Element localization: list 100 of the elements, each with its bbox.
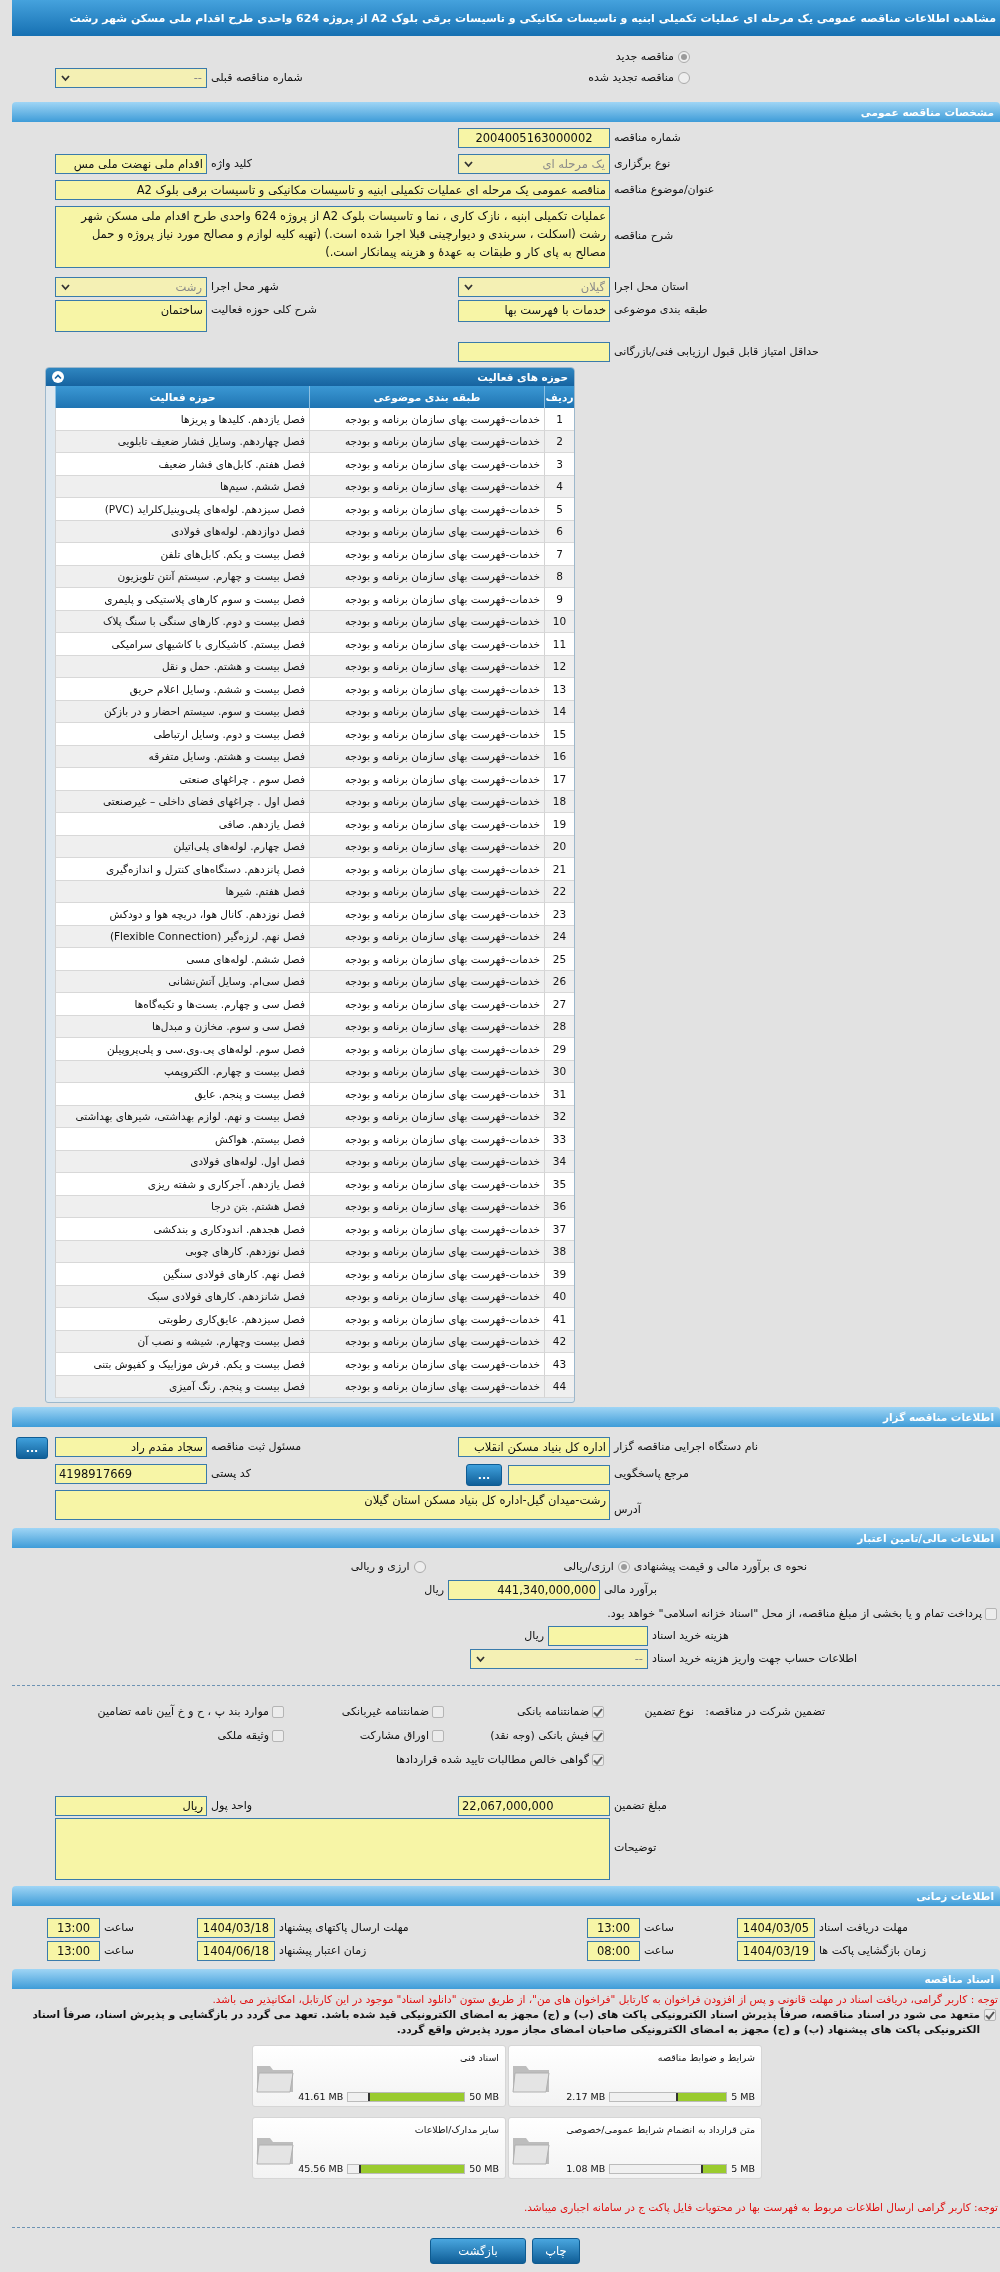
text-field[interactable]: 13:00	[587, 1918, 640, 1938]
text-field[interactable]: 13:00	[47, 1918, 100, 1938]
text-field[interactable]	[548, 1626, 648, 1646]
text-field[interactable]: سجاد مقدم راد	[55, 1437, 207, 1457]
text-field[interactable]: اقدام ملی نهضت ملی مس	[55, 154, 207, 174]
checkbox[interactable]	[432, 1706, 444, 1718]
table-cell: 38	[544, 1240, 574, 1263]
table-cell: خدمات-فهرست بهای سازمان برنامه و بودجه	[309, 1308, 544, 1331]
text-field[interactable]: 08:00	[587, 1941, 640, 1961]
table-cell: 30	[544, 1060, 574, 1083]
table-cell: فصل بیست و پنجم. رنگ آمیزی	[55, 1375, 309, 1398]
checkbox[interactable]	[984, 2009, 996, 2021]
table-cell: 6	[544, 520, 574, 543]
table-cell: خدمات-فهرست بهای سازمان برنامه و بودجه	[309, 970, 544, 993]
field-label: مهلت ارسال پاکتهای پیشنهاد	[279, 1920, 409, 1936]
text-field[interactable]: 1404/03/19	[737, 1941, 815, 1961]
table-cell: فصل یازدهم. کلیدها و پریزها	[55, 408, 309, 431]
table-cell: فصل پانزدهم. دستگاه‌های کنترل و اندازه‌گیری	[55, 858, 309, 881]
checkbox[interactable]	[592, 1730, 604, 1742]
text-field[interactable]	[458, 342, 610, 362]
table-cell: 14	[544, 700, 574, 723]
radio-button[interactable]	[678, 72, 690, 84]
text-field[interactable]: ساختمان	[55, 300, 207, 332]
table-cell: فصل بیست و یکم. کابل‌های تلفن	[55, 543, 309, 566]
table-cell: خدمات-فهرست بهای سازمان برنامه و بودجه	[309, 948, 544, 971]
text-field[interactable]: اداره کل بنیاد مسکن انقلاب	[458, 1437, 610, 1457]
table-cell: 39	[544, 1263, 574, 1286]
table-cell: فصل سی‌ام. وسایل آتش‌نشانی	[55, 970, 309, 993]
text-field[interactable]: 441,340,000,000	[448, 1580, 600, 1600]
table-cell: خدمات-فهرست بهای سازمان برنامه و بودجه	[309, 1240, 544, 1263]
text-field[interactable]: 13:00	[47, 1941, 100, 1961]
file-title: اسناد فنی	[459, 2052, 499, 2063]
table-cell: 31	[544, 1083, 574, 1106]
text-field[interactable]: ریال	[55, 1796, 207, 1816]
table-cell: 13	[544, 678, 574, 701]
print-button[interactable]: چاپ	[532, 2238, 580, 2264]
checkbox-label: موارد بند پ ، ح و خ آیین نامه تضامین	[97, 1703, 269, 1720]
radio-label: مناقصه جدید	[615, 49, 674, 65]
table-cell: خدمات-فهرست بهای سازمان برنامه و بودجه	[309, 723, 544, 746]
checkbox[interactable]	[272, 1730, 284, 1742]
table-cell: فصل بیست و هشتم. حمل و نقل	[55, 655, 309, 678]
text-field[interactable]: رشت-میدان گیل-اداره کل بنیاد مسکن استان گیلان	[55, 1490, 610, 1520]
browse-button[interactable]: ...	[16, 1437, 48, 1459]
table-cell: خدمات-فهرست بهای سازمان برنامه و بودجه	[309, 835, 544, 858]
table-cell: خدمات-فهرست بهای سازمان برنامه و بودجه	[309, 1060, 544, 1083]
caret-icon	[476, 1656, 485, 1663]
table-cell: 16	[544, 745, 574, 768]
size-limit: 5 MB	[731, 2091, 755, 2102]
text-field[interactable]: 1404/06/18	[197, 1941, 275, 1961]
field-label: زمان بازگشایی پاکت ها	[819, 1943, 927, 1959]
table-cell: فصل چهاردهم. وسایل فشار ضعیف تابلویی	[55, 430, 309, 453]
checkbox[interactable]	[592, 1754, 604, 1766]
field-label: هزینه خرید اسناد	[652, 1628, 729, 1644]
table-cell: فصل هفتم. کابل‌های فشار ضعیف	[55, 453, 309, 476]
text-field[interactable]	[55, 1818, 610, 1880]
radio-button[interactable]	[678, 51, 690, 63]
caret-icon	[61, 284, 70, 291]
column-header: طبقه بندی موضوعی	[309, 386, 544, 408]
table-cell: 37	[544, 1218, 574, 1241]
table-cell: خدمات-فهرست بهای سازمان برنامه و بودجه	[309, 453, 544, 476]
table-cell: فصل نهم. لرزه‌گیر (Flexible Connection)	[55, 925, 309, 948]
table-cell: خدمات-فهرست بهای سازمان برنامه و بودجه	[309, 1285, 544, 1308]
table-cell: 36	[544, 1195, 574, 1218]
text-field[interactable]: مناقصه عمومی یک مرحله ای عملیات تکمیلی ابنیه و تاسیسات مکانیکی و تاسیسات برقی بلوک A2	[55, 180, 610, 200]
table-cell: 34	[544, 1150, 574, 1173]
radio-button[interactable]	[413, 1561, 426, 1573]
checkbox[interactable]	[592, 1706, 604, 1718]
table-cell: خدمات-فهرست بهای سازمان برنامه و بودجه	[309, 813, 544, 836]
table-cell: خدمات-فهرست بهای سازمان برنامه و بودجه	[309, 1083, 544, 1106]
section-header: اطلاعات زمانی	[12, 1886, 1000, 1906]
checkbox[interactable]	[985, 1608, 997, 1620]
field-label: نحوه ی برآورد مالی و قیمت پیشنهادی	[633, 1558, 807, 1575]
table-cell: فصل بیست و سوم کارهای پلاستیکی و پلیمری	[55, 588, 309, 611]
text-field[interactable]: 1404/03/05	[737, 1918, 815, 1938]
checkbox-label: ضمانتنامه بانکی	[516, 1704, 589, 1720]
checkbox-label: پرداخت تمام و یا بخشی از مبلغ مناقصه، از محل "اسناد خزانه اسلامی" خواهد بود.	[607, 1606, 982, 1622]
text-field[interactable]: عملیات تکمیلی ابنیه ، نازک کاری ، نما و تاسیسات بلوک A2 از پروژه 624 واحدی طرح اقدام ملی مسکن شهر رشت (اسکلت ، سربندی و دیوارچینی قبلا اجرا شده است.) (تهیه کلیه لوازم و مصالح مورد نیاز پروژه و حمل مصالح به پای کار و طبقات به عهدهٔ و هزینه پیمانکار است.)	[55, 206, 610, 268]
back-button[interactable]: بازگشت	[430, 2238, 526, 2264]
radio-button[interactable]	[617, 1561, 630, 1573]
table-cell: فصل سیزدهم. لوله‌های پلی‌وینیل‌کلراید (PVC)	[55, 498, 309, 521]
table-cell: خدمات-فهرست بهای سازمان برنامه و بودجه	[309, 1173, 544, 1196]
collapse-icon[interactable]	[52, 371, 64, 383]
table-cell: فصل شانزدهم. کارهای فولادی سبک	[55, 1285, 309, 1308]
radio-label: ارزی/ریالی	[563, 1559, 614, 1575]
text-field[interactable]: 1404/03/18	[197, 1918, 275, 1938]
text-field[interactable]: 4198917669	[55, 1464, 207, 1484]
table-cell: خدمات-فهرست بهای سازمان برنامه و بودجه	[309, 475, 544, 498]
file-size: 2.17 MB	[566, 2091, 606, 2102]
table-cell: 4	[544, 475, 574, 498]
checkbox[interactable]	[432, 1730, 444, 1742]
text-field[interactable]: خدمات با فهرست بها	[458, 300, 610, 322]
file-title: سایر مدارک/اطلاعات	[413, 2124, 499, 2135]
table-cell: خدمات-فهرست بهای سازمان برنامه و بودجه	[309, 1015, 544, 1038]
checkbox[interactable]	[272, 1706, 284, 1718]
table-cell: فصل بیستم. کاشیکاری با کاشیهای سرامیکی	[55, 633, 309, 656]
table-cell: فصل بیست و چهارم. الکتروپمپ	[55, 1060, 309, 1083]
text-field[interactable]	[508, 1465, 610, 1485]
text-field[interactable]: 2004005163000002	[458, 128, 610, 148]
browse-button[interactable]: ...	[466, 1464, 502, 1486]
text-field[interactable]: 22,067,000,000	[458, 1796, 610, 1816]
